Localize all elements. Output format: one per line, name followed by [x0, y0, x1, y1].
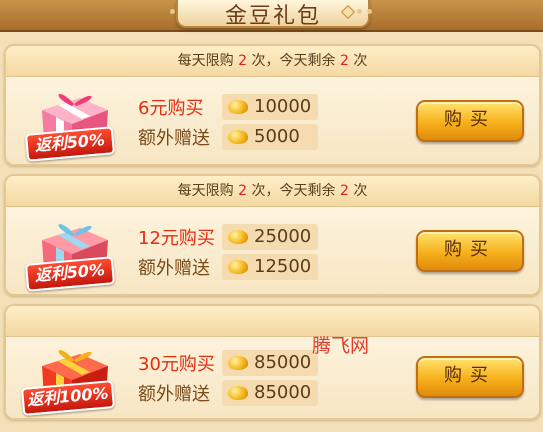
price-label: 6元购买 — [138, 98, 204, 119]
price-amount-box: 85000 — [222, 350, 318, 376]
limit-total: 2 — [238, 183, 248, 199]
title-dot — [357, 9, 362, 14]
price-amount: 85000 — [254, 352, 312, 373]
bonus-label: 额外赠送 — [138, 128, 210, 149]
watermark-text: 腾飞网 — [312, 335, 370, 357]
purchase-limit-bar: 每天限购 2 次，今天剩余 2 次 — [6, 46, 539, 77]
limit-text: 次 — [353, 183, 368, 199]
gold-bean-icon — [228, 230, 248, 244]
title-dot — [170, 9, 175, 14]
bonus-amount: 5000 — [254, 126, 300, 147]
gold-bean-icon — [228, 260, 248, 274]
bonus-label: 额外赠送 — [138, 384, 210, 405]
gold-bean-icon — [228, 386, 248, 400]
price-label: 30元购买 — [138, 354, 215, 375]
limit-remaining: 2 — [339, 183, 349, 199]
price-label: 12元购买 — [138, 228, 215, 249]
bonus-amount: 12500 — [254, 256, 312, 277]
title-dot — [367, 9, 372, 14]
limit-remaining: 2 — [339, 53, 349, 69]
title-plate: 金豆礼包 — [176, 0, 370, 29]
package-card-1: 每天限购 2 次，今天剩余 2 次 返利50% 6元购买 10000 额外赠送 … — [4, 44, 541, 166]
limit-text: 次，今天剩余 — [251, 183, 336, 199]
price-amount-box: 10000 — [222, 94, 318, 120]
price-amount: 10000 — [254, 96, 312, 117]
bonus-amount-box: 85000 — [222, 380, 318, 406]
gold-bean-icon — [228, 100, 248, 114]
limit-total: 2 — [238, 53, 248, 69]
limit-text: 每天限购 — [177, 183, 234, 199]
buy-button-3[interactable]: 购买 — [416, 356, 524, 398]
buy-button-1[interactable]: 购买 — [416, 100, 524, 142]
bonus-amount-box: 12500 — [222, 254, 318, 280]
page-title: 金豆礼包 — [224, 4, 321, 29]
bonus-amount-box: 5000 — [222, 124, 318, 150]
bonus-label: 额外赠送 — [138, 258, 210, 279]
limit-text: 次，今天剩余 — [251, 53, 336, 69]
price-amount: 25000 — [254, 226, 312, 247]
purchase-limit-bar — [6, 306, 539, 337]
title-bar: 金豆礼包 — [0, 0, 543, 32]
gold-bean-icon — [228, 130, 248, 144]
bonus-amount: 85000 — [254, 382, 312, 403]
limit-text: 次 — [353, 53, 368, 69]
package-card-3: 返利100% 30元购买 85000 额外赠送 85000 购买 — [4, 304, 541, 420]
buy-button-2[interactable]: 购买 — [416, 230, 524, 272]
price-amount-box: 25000 — [222, 224, 318, 250]
limit-text: 每天限购 — [177, 53, 234, 69]
package-card-2: 每天限购 2 次，今天剩余 2 次 返利50% 12元购买 25000 额外赠送… — [4, 174, 541, 296]
gold-bean-icon — [228, 356, 248, 370]
purchase-limit-bar: 每天限购 2 次，今天剩余 2 次 — [6, 176, 539, 207]
